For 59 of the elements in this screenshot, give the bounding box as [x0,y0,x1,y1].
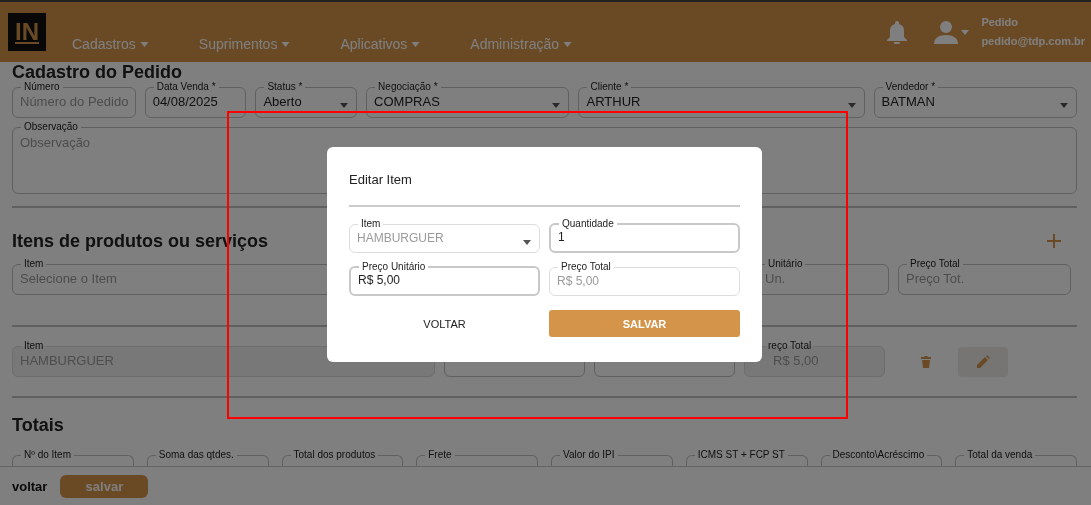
add-button[interactable] [1045,232,1063,250]
caret-icon [1060,103,1068,108]
section-title: Totais [12,414,65,437]
field-label: Valor do IPI [562,449,616,461]
field-label: Vendedor * [884,81,937,93]
caret-icon [563,42,573,47]
field-label: Nº do Item [23,449,72,461]
field-label: Preço Total [560,261,612,273]
caret-icon [961,29,970,35]
save-button[interactable]: SALVAR [549,310,740,337]
dialog-title: Editar Item [349,171,413,189]
field-label: Observação [23,121,79,133]
select-field[interactable]: Status * Aberto [255,81,358,118]
select-field[interactable]: Negociação * COMPRAS [366,81,570,118]
select-field[interactable]: Vendedor * BATMAN [873,81,1077,118]
select-field[interactable]: Cliente * ARTHUR [578,81,865,118]
field-label: Quantidade [561,218,615,230]
caret-icon [139,42,149,47]
caret-icon [281,42,291,47]
field-label: Cliente * [589,81,630,93]
pencil-icon [976,355,990,368]
caret-icon [847,103,856,108]
edit-button[interactable] [958,346,1008,377]
field-label: Preço Total [909,258,961,270]
user-name: Pedido [981,15,1020,30]
input-field[interactable]: Data Venda * 04/08/2025 [144,81,247,118]
plus-icon [1047,234,1061,248]
back-link[interactable]: voltar [12,478,48,494]
user-email: pedido@tdp.com.br [981,34,1085,49]
field-label: Item [360,218,382,230]
field-label: Item [23,340,45,352]
caret-icon [411,42,421,47]
field-label: Frete [427,449,453,461]
user-icon [934,20,959,44]
input-field[interactable]: Quantidade 1 [549,218,740,253]
caret-icon [523,240,531,245]
field-label: Total dos produtos [292,449,377,461]
field-label: Número [23,81,61,93]
logo: IN [8,13,46,51]
caret-icon [552,103,561,108]
input-field[interactable]: Preço Unitário R$ 5,00 [349,261,540,296]
field-label: ICMS ST + FCP ST [696,449,786,461]
delete-button[interactable] [919,353,933,370]
caret-icon [340,103,349,108]
field-label: reço Total [767,340,813,352]
field-label: Data Venda * [155,81,217,93]
field-label: Soma das qtdes. [157,449,235,461]
field-label: Item [23,258,45,270]
field-label: Status * [266,81,304,93]
field-label: Unitário [767,258,804,270]
back-button[interactable]: VOLTAR [349,310,540,337]
trash-icon [921,355,931,368]
field-label: Negociação * [377,81,439,93]
user-menu[interactable] [934,20,970,44]
field-label: Preço Unitário [361,261,427,273]
page-title: Cadastro do Pedido [12,63,183,81]
field-label: Desconto\Acréscimo [831,449,926,461]
field-label: Total da venda [966,449,1034,461]
bell-icon [886,20,909,44]
